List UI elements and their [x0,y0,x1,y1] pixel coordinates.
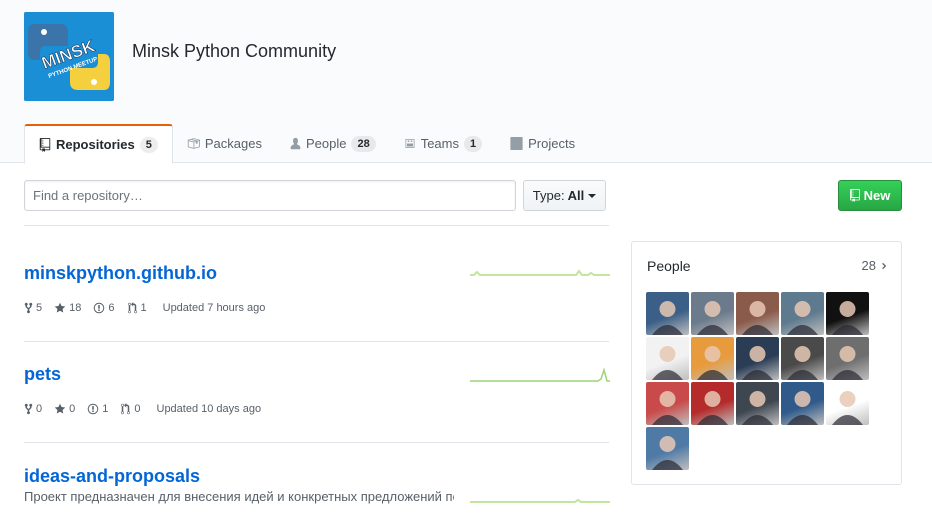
tab-repositories[interactable]: Repositories 5 [24,124,173,164]
fork-count: 0 [36,403,43,415]
issue-icon [93,302,105,314]
people-title: People [647,258,691,274]
repo-meta: 5 18 6 1 Updated 7 hours ago [24,302,609,314]
avatar[interactable] [691,337,734,380]
repo-name-link[interactable]: minskpython.github.io [24,263,217,283]
repo-issues[interactable]: 6 [93,302,115,314]
repo-pulls[interactable]: 0 [120,403,141,415]
tab-label: People [305,136,347,151]
new-repo-button[interactable]: New [838,180,902,211]
list-divider [24,341,609,342]
tab-counter: 28 [351,135,376,152]
tab-counter: 1 [464,135,483,152]
repo-stars[interactable]: 18 [54,302,81,314]
avatar[interactable] [781,292,824,335]
avatar[interactable] [691,382,734,425]
avatar[interactable] [736,292,779,335]
org-header: MINSK PYTHON MEETUP Minsk Python Communi… [0,0,932,164]
avatar[interactable] [826,337,869,380]
activity-sparkline [470,498,610,503]
tab-packages[interactable]: Packages [173,124,276,163]
avatar[interactable] [646,337,689,380]
avatar[interactable] [646,427,689,470]
repo-icon [849,189,860,202]
repo-list-item: minskpython.github.io 5 18 6 1 Updated 7… [24,263,610,314]
repo-icon [39,137,51,152]
project-icon [510,137,523,150]
avatar[interactable] [736,382,779,425]
pull-request-icon [127,302,138,314]
tab-label: Repositories [56,137,135,152]
people-count-link[interactable]: 28 [862,258,887,273]
person-icon [290,137,301,150]
repo-search-input[interactable] [24,180,516,211]
type-filter-label: Type: [532,188,565,203]
tab-label: Projects [528,136,576,151]
people-panel: People 28 [631,241,902,485]
fork-count: 5 [36,302,43,314]
tab-counter: 5 [139,136,158,153]
repo-updated: Updated 7 hours ago [162,302,266,314]
people-count: 28 [861,258,876,273]
star-icon [54,302,66,314]
package-icon [187,137,200,150]
avatar[interactable] [736,337,779,380]
org-tabs: Repositories 5 Packages People 28 Teams … [24,124,589,164]
chevron-right-icon [881,261,887,271]
star-count: 18 [69,302,82,314]
org-name: Minsk Python Community [132,41,337,61]
tab-teams[interactable]: Teams 1 [390,124,496,163]
pull-count: 1 [140,302,147,314]
tab-projects[interactable]: Projects [496,124,589,163]
repo-list-item: pets 0 0 1 0 Updated 10 days ago [24,364,610,415]
repo-updated: Updated 10 days ago [156,403,262,415]
avatar[interactable] [691,292,734,335]
issue-icon [87,403,99,415]
repo-name-link[interactable]: ideas-and-proposals [24,466,200,486]
fork-icon [24,302,33,314]
avatar[interactable] [646,292,689,335]
tab-people[interactable]: People 28 [276,124,390,163]
avatar[interactable] [826,382,869,425]
list-divider [24,442,609,443]
tab-label: Teams [420,136,459,151]
pull-request-icon [120,403,131,415]
caret-down-icon [588,193,597,198]
repo-list-item: ideas-and-proposals Проект предназначен … [24,466,610,504]
new-button-label: New [863,188,891,203]
list-divider [24,225,609,226]
org-logo[interactable]: MINSK PYTHON MEETUP [24,12,114,101]
fork-icon [24,403,33,415]
repo-meta: 0 0 1 0 Updated 10 days ago [24,403,609,415]
avatar[interactable] [646,382,689,425]
repo-issues[interactable]: 1 [87,403,108,415]
type-filter-value: All [567,188,585,203]
avatar[interactable] [781,382,824,425]
repo-pulls[interactable]: 1 [127,302,147,314]
avatar[interactable] [781,337,824,380]
activity-sparkline [470,367,610,382]
repo-name-link[interactable]: pets [24,364,61,384]
people-avatars [646,292,886,472]
avatar[interactable] [826,292,869,335]
issue-count: 6 [108,302,115,314]
repo-forks[interactable]: 5 [24,302,42,314]
issue-count: 1 [102,403,109,415]
type-filter-dropdown[interactable]: Type: All [523,180,606,211]
tab-label: Packages [204,136,262,151]
team-icon [404,137,416,150]
star-count: 0 [69,403,76,415]
pull-count: 0 [134,403,141,415]
activity-sparkline [470,269,610,276]
python-logo-icon: MINSK PYTHON MEETUP [24,12,114,101]
repo-stars[interactable]: 0 [54,403,75,415]
repo-forks[interactable]: 0 [24,403,42,415]
repo-description: Проект предназначен для внесения идей и … [24,489,454,504]
star-icon [54,403,66,415]
